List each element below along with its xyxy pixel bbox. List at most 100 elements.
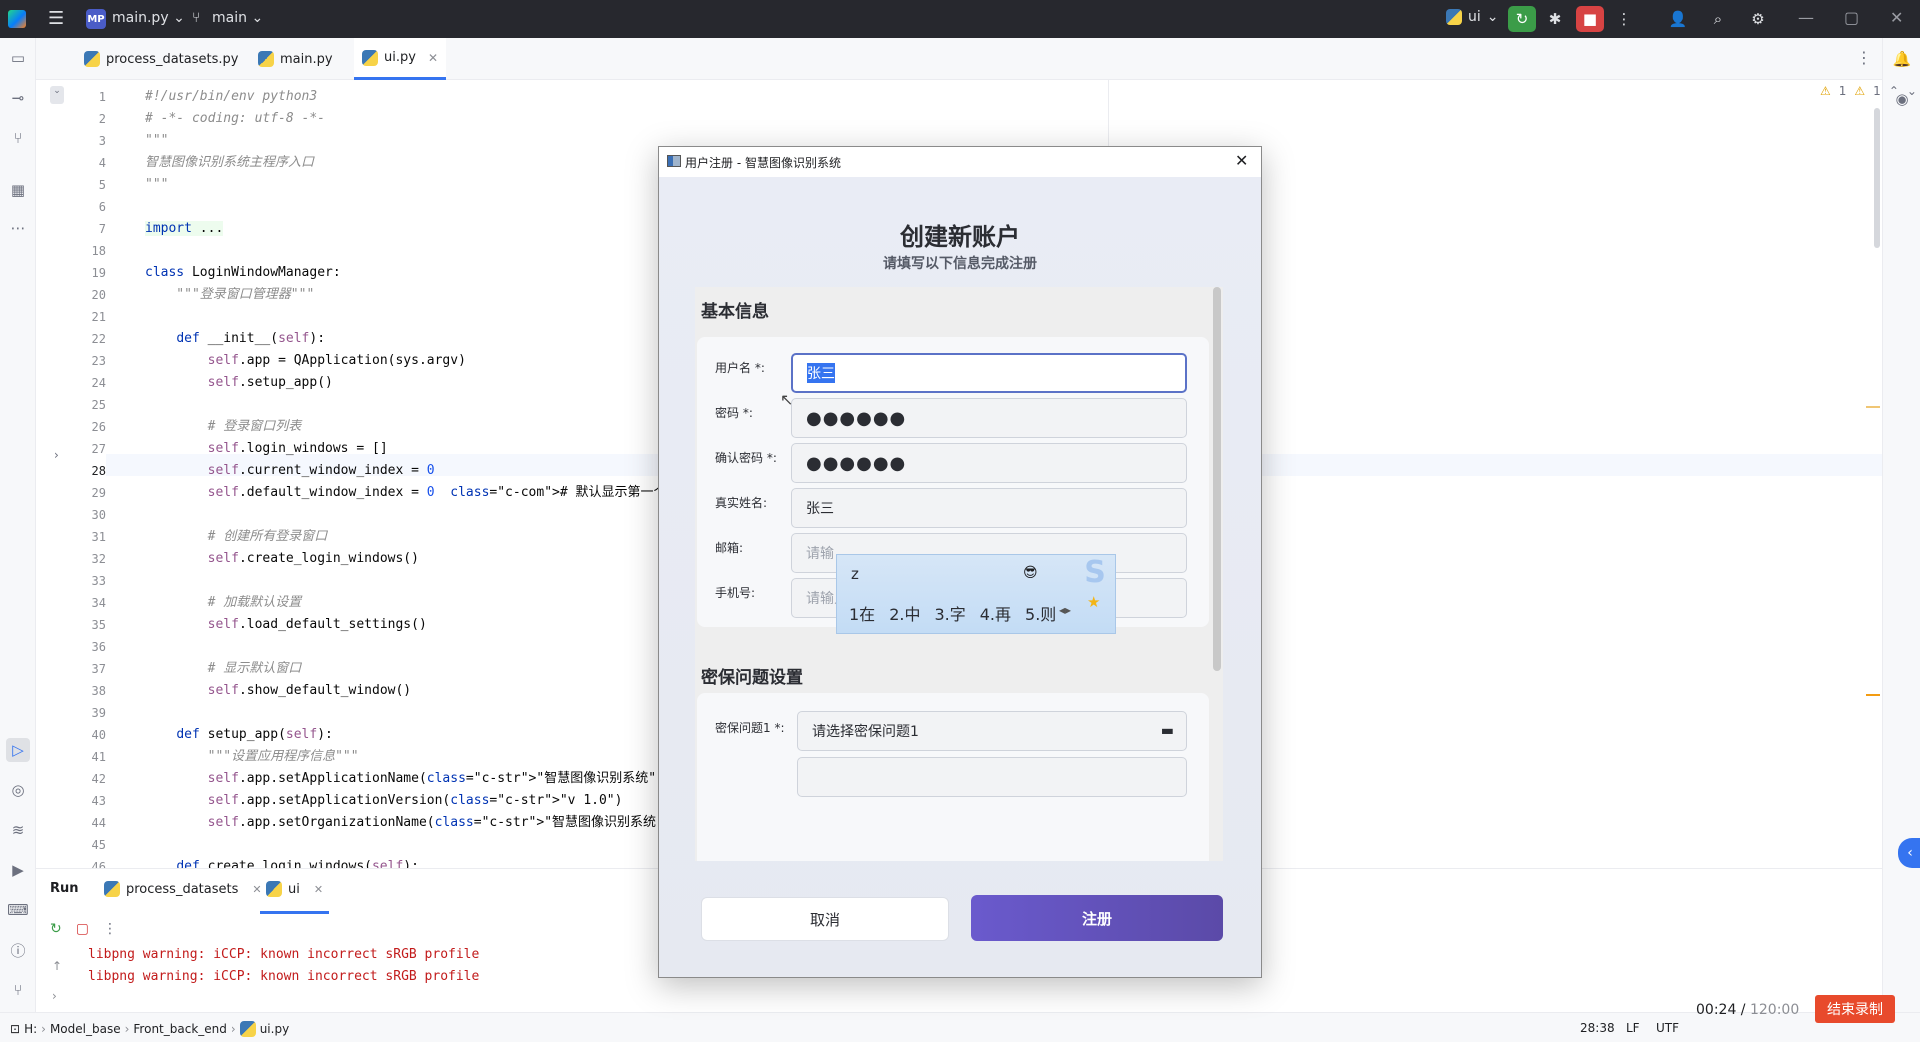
username-input[interactable]: 张三	[791, 353, 1187, 393]
terminal-icon[interactable]: ⌨	[6, 898, 30, 922]
project-badge[interactable]: MP	[86, 9, 106, 29]
ime-candidate[interactable]: 5.则	[1025, 601, 1056, 625]
dialog-titlebar: 用户注册 - 智慧图像识别系统 ✕	[659, 147, 1261, 177]
crumb-file[interactable]: ui.py	[260, 1022, 289, 1036]
tab-ui[interactable]: ui.py ✕	[354, 38, 446, 80]
line-number: 30	[91, 508, 106, 522]
tab-actions-icon[interactable]: ⋮	[1856, 48, 1872, 67]
project-name[interactable]: main.py ⌄	[112, 10, 185, 26]
minimize-button[interactable]: —	[1798, 8, 1814, 27]
branch-selector[interactable]: main ⌄	[212, 10, 263, 26]
python-console-icon[interactable]: ◎	[6, 778, 30, 802]
code-line: import ...	[145, 221, 224, 236]
ime-candidate[interactable]: 2.中	[889, 601, 920, 625]
code-line: # 登录窗口列表	[145, 419, 302, 434]
python-file-icon	[362, 49, 378, 66]
code-line: """登录窗口管理器"""	[145, 287, 315, 302]
ime-candidate[interactable]: 4.再	[980, 601, 1011, 625]
rerun-button[interactable]: ↻	[1508, 6, 1536, 32]
more-options-icon[interactable]: ⋮	[103, 921, 117, 937]
line-number: 20	[91, 288, 106, 302]
python-icon	[1446, 9, 1462, 25]
settings-gear-icon[interactable]: ⚙	[1744, 6, 1772, 32]
code-line: # -*- coding: utf-8 -*-	[145, 111, 326, 126]
tab-main[interactable]: main.py	[250, 38, 341, 80]
rerun-icon[interactable]: ↻	[50, 921, 62, 937]
project-folder-icon[interactable]: ▭	[6, 46, 30, 70]
close-tab-icon[interactable]: ✕	[314, 883, 323, 896]
ime-star-icon[interactable]: ★	[1087, 593, 1100, 611]
line-number: 35	[91, 618, 106, 632]
line-number: 37	[91, 662, 106, 676]
notifications-bell-icon[interactable]: 🔔	[1891, 48, 1913, 70]
stop-icon[interactable]: ▢	[76, 921, 89, 937]
collapse-sidebar-icon[interactable]: ‹	[1898, 838, 1920, 868]
editor-scrollbar[interactable]	[1874, 108, 1880, 248]
layers-icon[interactable]: ≋	[6, 818, 30, 842]
ime-candidate[interactable]: 3.字	[934, 601, 965, 625]
cancel-button[interactable]: 取消	[701, 897, 949, 941]
python-icon	[104, 881, 120, 897]
debug-icon[interactable]: ✱	[1541, 6, 1569, 32]
inspection-widget[interactable]: ⚠ 1 ⚠ 1 ⌃ ⌄	[1820, 84, 1917, 98]
ime-candidate[interactable]: 1在	[849, 601, 875, 625]
code-line: # 创建所有登录窗口	[145, 529, 328, 544]
pull-requests-icon[interactable]: ⑂	[6, 126, 30, 150]
run-config-selector[interactable]: ui ⌄	[1446, 9, 1499, 25]
line-separator[interactable]: LF	[1626, 1021, 1640, 1035]
run-tab-process-datasets[interactable]: process_datasets ✕	[104, 881, 262, 897]
maximize-button[interactable]: ▢	[1844, 8, 1859, 27]
line-number: 29	[91, 486, 106, 500]
file-encoding[interactable]: UTF	[1656, 1021, 1679, 1035]
run-tool-icon[interactable]: ▷	[6, 738, 30, 762]
add-user-icon[interactable]: 👤	[1664, 6, 1692, 32]
caret-position[interactable]: 28:38	[1580, 1021, 1615, 1035]
line-number: 6	[98, 200, 106, 214]
close-window-button[interactable]: ✕	[1890, 8, 1903, 27]
pycharm-logo-icon	[8, 10, 26, 28]
code-line: """设置应用程序信息"""	[145, 749, 359, 764]
code-line: # 加载默认设置	[145, 595, 302, 610]
stop-button[interactable]: ■	[1576, 6, 1604, 32]
breadcrumb[interactable]: ⊡ H: › Model_base › Front_back_end › ui.…	[10, 1021, 289, 1037]
run-tab-ui[interactable]: ui ✕	[259, 881, 330, 914]
ime-logo-icon: S	[1084, 555, 1106, 590]
real-name-input[interactable]: 张三	[791, 488, 1187, 528]
register-button[interactable]: 注册	[971, 895, 1223, 941]
warning-stripe-marker[interactable]	[1866, 694, 1880, 696]
scroll-up-icon[interactable]: ↑	[52, 959, 62, 973]
more-tools-icon[interactable]: ⋯	[6, 216, 30, 240]
services-icon[interactable]: ▶	[6, 858, 30, 882]
code-line: class LoginWindowManager:	[145, 265, 341, 280]
chevron-up-icon[interactable]: ⌃	[1889, 84, 1899, 98]
password-input[interactable]: ●●●●●●	[791, 398, 1187, 438]
commit-icon[interactable]: ⊸	[6, 86, 30, 110]
search-icon[interactable]: ⌕	[1704, 6, 1732, 32]
fold-arrow-icon[interactable]: ›	[54, 448, 59, 462]
warning-stripe-marker[interactable]	[1866, 406, 1880, 408]
python-file-icon	[239, 1021, 256, 1037]
crumb-front-back-end[interactable]: Front_back_end	[133, 1022, 226, 1036]
expand-icon[interactable]: ›	[52, 989, 57, 1003]
confirm-password-input[interactable]: ●●●●●●	[791, 443, 1187, 483]
line-number: 28	[91, 464, 106, 478]
title-bar: ☰ MP main.py ⌄ ⑂ main ⌄ ui ⌄ ↻ ✱ ■ ⋮ 👤 ⌕…	[0, 0, 1920, 38]
line-number: 5	[98, 178, 106, 192]
chevron-down-icon[interactable]: ⌄	[1907, 84, 1917, 98]
ime-page-arrows-icon[interactable]: ◂▸	[1059, 603, 1071, 617]
security-answer-field[interactable]	[797, 757, 1187, 797]
close-tab-icon[interactable]: ✕	[252, 883, 261, 896]
git-icon[interactable]: ⑂	[6, 978, 30, 1002]
stop-recording-button[interactable]: 结束录制	[1815, 995, 1895, 1023]
security-q1-select[interactable]: 请选择密保问题1 ▬	[797, 711, 1187, 751]
problems-icon[interactable]: ⓘ	[6, 938, 30, 962]
crumb-model-base[interactable]: Model_base	[50, 1022, 121, 1036]
dialog-close-button[interactable]: ✕	[1235, 151, 1248, 170]
form-scrollbar[interactable]	[1213, 287, 1221, 671]
structure-icon[interactable]: ▦	[6, 178, 30, 202]
ime-emoji-icon[interactable]: 😎	[1023, 565, 1038, 581]
tab-process-datasets[interactable]: process_datasets.py	[76, 38, 246, 80]
close-tab-icon[interactable]: ✕	[428, 51, 438, 65]
more-actions-icon[interactable]: ⋮	[1610, 6, 1638, 32]
main-menu-icon[interactable]: ☰	[48, 9, 68, 29]
